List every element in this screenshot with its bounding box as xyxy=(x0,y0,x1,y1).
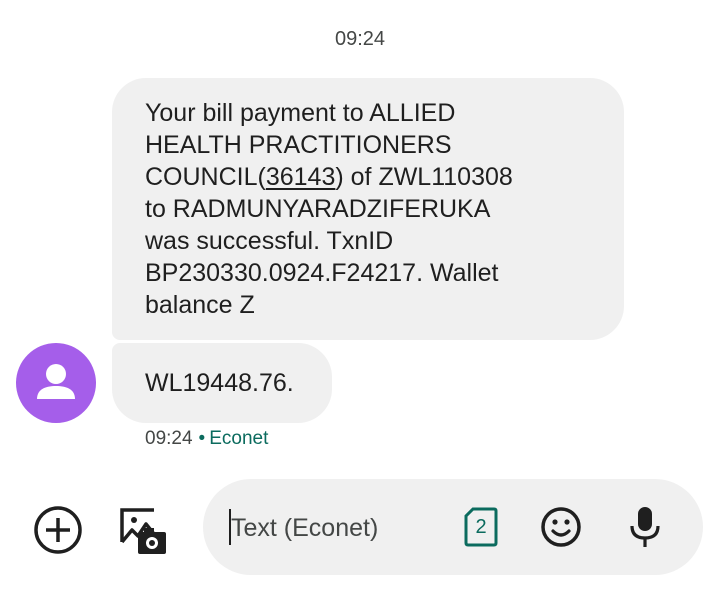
emoji-icon xyxy=(541,507,581,547)
compose-bar: 2 xyxy=(203,479,703,575)
message-line: was successful. TxnID xyxy=(145,227,394,255)
person-icon xyxy=(37,364,75,399)
sim-select-button[interactable]: 2 xyxy=(461,505,501,549)
add-attachment-button[interactable] xyxy=(30,502,86,558)
meta-separator: • xyxy=(198,428,206,449)
message-line: balance Z xyxy=(145,291,255,319)
contact-avatar[interactable] xyxy=(16,343,96,423)
mic-icon xyxy=(630,507,660,547)
message-text: COUNCIL( xyxy=(145,163,266,191)
add-icon xyxy=(34,506,82,554)
message-line: WL19448.76. xyxy=(145,369,294,397)
message-line: COUNCIL(36143) of ZWL110308 xyxy=(145,161,594,193)
message-text: ) of ZWL110308 xyxy=(335,163,513,191)
message-line: Your bill payment to ALLIED xyxy=(145,99,456,127)
sim-slot-number: 2 xyxy=(475,515,487,538)
emoji-button[interactable] xyxy=(539,505,583,549)
message-bubble[interactable]: Your bill payment to ALLIED HEALTH PRACT… xyxy=(112,78,624,340)
message-meta: 09:24 • Econet xyxy=(145,428,268,450)
message-time: 09:24 xyxy=(145,428,193,449)
message-line: to RADMUNYARADZIFERUKA xyxy=(145,195,491,223)
messaging-screen: 09:24 Your bill payment to ALLIED HEALTH… xyxy=(0,0,720,592)
voice-input-button[interactable] xyxy=(625,503,665,551)
gallery-button[interactable] xyxy=(112,500,172,560)
message-bubble[interactable]: WL19448.76. xyxy=(112,343,332,423)
carrier-label: Econet xyxy=(209,428,269,449)
gallery-icon xyxy=(120,508,166,554)
message-input[interactable] xyxy=(231,511,451,545)
message-line: BP230330.0924.F24217. Wallet xyxy=(145,259,499,287)
message-line: HEALTH PRACTITIONERS xyxy=(145,131,452,159)
date-header: 09:24 xyxy=(334,28,386,50)
phone-number-link[interactable]: 36143 xyxy=(266,163,336,191)
